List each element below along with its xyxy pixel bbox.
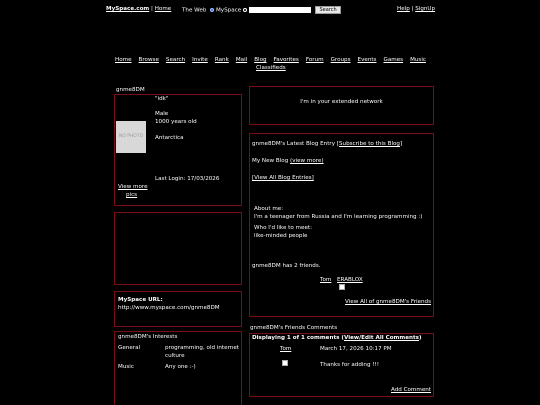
- nav-classifieds[interactable]: Classifieds: [256, 65, 286, 71]
- top-bar: MySpace.com | Home: [106, 6, 171, 12]
- comment-text: Thanks for adding !!!: [320, 362, 380, 368]
- account-links: Help | SignUp: [397, 6, 435, 12]
- nav-browse[interactable]: Browse: [139, 57, 159, 63]
- friend-erablox-link[interactable]: ERABLOX: [337, 277, 363, 283]
- comments-box: Displaying 1 of 1 comments (View/Edit Al…: [249, 333, 434, 397]
- last-login-date: 17/03/2026: [187, 176, 220, 182]
- blog-about-box: gnme8DM's Latest Blog Entry [Subscribe t…: [249, 133, 434, 317]
- separator: |: [411, 6, 414, 12]
- profile-url: http://www.myspace.com/gnme8DM: [118, 305, 220, 311]
- radio-myspace[interactable]: [242, 8, 247, 12]
- nav-forum[interactable]: Forum: [306, 57, 324, 63]
- separator: |: [151, 6, 153, 12]
- blog-entry-title: My New Blog: [252, 158, 289, 164]
- interest-value-music: Any one :-): [165, 364, 196, 370]
- comments-word: comments (: [304, 335, 344, 341]
- friend-tom-link[interactable]: Tom: [320, 277, 331, 283]
- blog-title: gnme8DM's Latest Blog Entry [Subscribe t…: [252, 141, 402, 147]
- home-link[interactable]: Home: [155, 6, 172, 12]
- url-title: MySpace URL:: [118, 297, 163, 303]
- comment-date: March 17, 2026 10:17 PM: [320, 346, 392, 352]
- friends-summary: gnme8DM has 2 friends.: [252, 263, 321, 269]
- extended-network-box: I'm in your extended network: [249, 86, 434, 125]
- extended-network-text: I'm in your extended network: [300, 99, 383, 105]
- view-all-friends-link[interactable]: View All of gnme8DM's Friends: [345, 299, 431, 305]
- help-link[interactable]: Help: [397, 6, 410, 12]
- search-bar: The Web MySpace Search: [182, 6, 341, 14]
- blog-title-prefix: gnme8DM's Latest Blog Entry [: [252, 141, 339, 147]
- view-all-blog-link[interactable]: [View All Blog Entries]: [252, 175, 314, 181]
- friend-image-icon[interactable]: [339, 284, 345, 290]
- about-me-label: About me:: [254, 206, 284, 212]
- radio-web[interactable]: [210, 8, 215, 12]
- nav-search[interactable]: Search: [166, 57, 185, 63]
- comments-title: gnme8DM's Friends Comments: [250, 325, 338, 331]
- nav-music[interactable]: Music: [410, 57, 426, 63]
- view-more-pics-link[interactable]: View more: [118, 184, 148, 190]
- who-to-meet-text: like-minded people: [254, 233, 308, 239]
- interests-title: gnme8DM's Interests: [118, 334, 178, 340]
- profile-name: gnme8DM: [116, 87, 145, 93]
- close-paren: ): [418, 335, 422, 341]
- empty-panel: [114, 212, 242, 285]
- main-nav: Home Browse Search Invite Rank Mail Blog Favori…: [115, 57, 435, 63]
- nav-favorites[interactable]: Favorites: [274, 57, 299, 63]
- nav-groups[interactable]: Groups: [331, 57, 351, 63]
- interest-label-music: Music: [118, 364, 134, 370]
- nav-row-2: Classifieds: [256, 65, 286, 71]
- nav-blog[interactable]: Blog: [254, 57, 266, 63]
- about-me-text: I'm a teenager from Russia and I'm learn…: [254, 214, 423, 220]
- profile-gender: Male: [155, 111, 169, 117]
- nav-home[interactable]: Home: [115, 57, 132, 63]
- search-web-label: The Web: [182, 7, 207, 14]
- blog-view-more-link[interactable]: (view more): [290, 158, 324, 164]
- profile-quote: "idk": [155, 96, 169, 102]
- nav-events[interactable]: Events: [358, 57, 377, 63]
- blog-entry: My New Blog (view more): [252, 158, 324, 164]
- signup-link[interactable]: SignUp: [415, 6, 435, 12]
- profile-location: Antarctica: [155, 135, 184, 141]
- pics-link[interactable]: pics: [126, 192, 137, 198]
- search-scope-label: MySpace: [215, 7, 242, 14]
- interest-label-general: General: [118, 345, 141, 351]
- profile-box: NO PHOTO "idk" Male 1000 years old Antar…: [114, 94, 242, 206]
- displaying-prefix: Displaying: [252, 335, 287, 341]
- search-input[interactable]: [248, 7, 311, 13]
- no-photo-text: NO PHOTO: [118, 134, 144, 139]
- who-to-meet-label: Who I'd like to meet:: [254, 225, 312, 231]
- site-logo-link[interactable]: MySpace.com: [106, 6, 149, 12]
- interest-value-general-cont: culture: [165, 353, 185, 359]
- interest-value-general: programming, old internet: [165, 345, 239, 351]
- blog-title-suffix: ]: [399, 141, 403, 147]
- view-edit-comments-link[interactable]: View/Edit All Comments: [344, 335, 419, 341]
- profile-photo[interactable]: NO PHOTO: [116, 121, 146, 153]
- last-login: Last Login: 17/03/2026: [155, 176, 219, 182]
- comments-count: Displaying 1 of 1 comments (View/Edit Al…: [252, 335, 422, 341]
- nav-invite[interactable]: Invite: [192, 57, 208, 63]
- profile-age: 1000 years old: [155, 119, 197, 125]
- myspace-url-box: MySpace URL: http://www.myspace.com/gnme…: [114, 291, 242, 327]
- nav-games[interactable]: Games: [383, 57, 403, 63]
- add-comment-link[interactable]: Add Comment: [391, 387, 431, 393]
- comment-author-link[interactable]: Tom: [280, 346, 291, 352]
- last-login-label: Last Login:: [155, 176, 186, 182]
- subscribe-link[interactable]: Subscribe to this Blog: [339, 141, 400, 147]
- nav-mail[interactable]: Mail: [236, 57, 247, 63]
- of-text: of: [290, 335, 301, 341]
- comment-author-image-icon[interactable]: [282, 360, 288, 366]
- interests-box: gnme8DM's Interests General programming,…: [114, 331, 242, 405]
- search-button[interactable]: Search: [315, 6, 341, 14]
- nav-rank[interactable]: Rank: [215, 57, 229, 63]
